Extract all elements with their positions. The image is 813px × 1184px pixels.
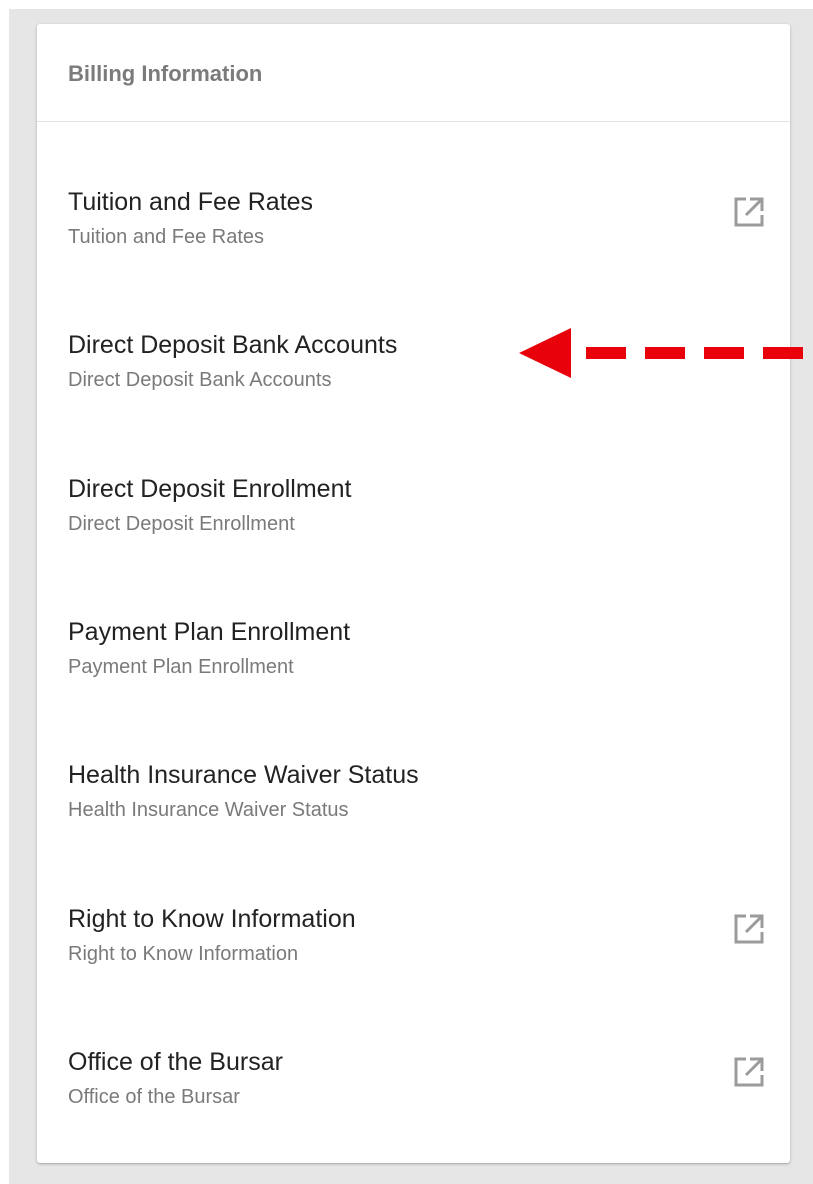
item-title: Direct Deposit Bank Accounts	[68, 331, 398, 359]
menu-item-health-insurance-waiver-status[interactable]: Health Insurance Waiver Status Health In…	[37, 758, 790, 878]
item-subtitle: Right to Know Information	[68, 943, 299, 965]
menu-item-right-to-know-information[interactable]: Right to Know Information Right to Know …	[37, 902, 790, 1022]
item-subtitle: Health Insurance Waiver Status	[68, 799, 349, 821]
card-title: Billing Information	[68, 61, 263, 86]
menu-item-office-of-the-bursar[interactable]: Office of the Bursar Office of the Bursa…	[37, 1045, 790, 1165]
item-subtitle: Direct Deposit Enrollment	[68, 513, 295, 535]
item-title: Right to Know Information	[68, 905, 356, 933]
item-title: Direct Deposit Enrollment	[68, 475, 352, 503]
item-subtitle: Direct Deposit Bank Accounts	[68, 369, 332, 391]
item-title: Office of the Bursar	[68, 1048, 283, 1076]
external-link-icon[interactable]	[730, 910, 768, 948]
card-header: Billing Information	[37, 24, 790, 122]
item-title: Health Insurance Waiver Status	[68, 761, 419, 789]
item-subtitle: Payment Plan Enrollment	[68, 656, 294, 678]
item-subtitle: Tuition and Fee Rates	[68, 226, 265, 248]
billing-information-card: Billing Information Tuition and Fee Rate…	[37, 24, 790, 1163]
item-title: Tuition and Fee Rates	[68, 188, 314, 216]
menu-item-payment-plan-enrollment[interactable]: Payment Plan Enrollment Payment Plan Enr…	[37, 615, 790, 735]
item-subtitle: Office of the Bursar	[68, 1086, 240, 1108]
item-title: Payment Plan Enrollment	[68, 618, 351, 646]
menu-item-tuition-and-fee-rates[interactable]: Tuition and Fee Rates Tuition and Fee Ra…	[37, 185, 790, 305]
red-dashed-arrow-annotation	[519, 328, 803, 378]
external-link-icon[interactable]	[730, 1053, 768, 1091]
menu-item-direct-deposit-enrollment[interactable]: Direct Deposit Enrollment Direct Deposit…	[37, 472, 790, 592]
external-link-icon[interactable]	[730, 193, 768, 231]
